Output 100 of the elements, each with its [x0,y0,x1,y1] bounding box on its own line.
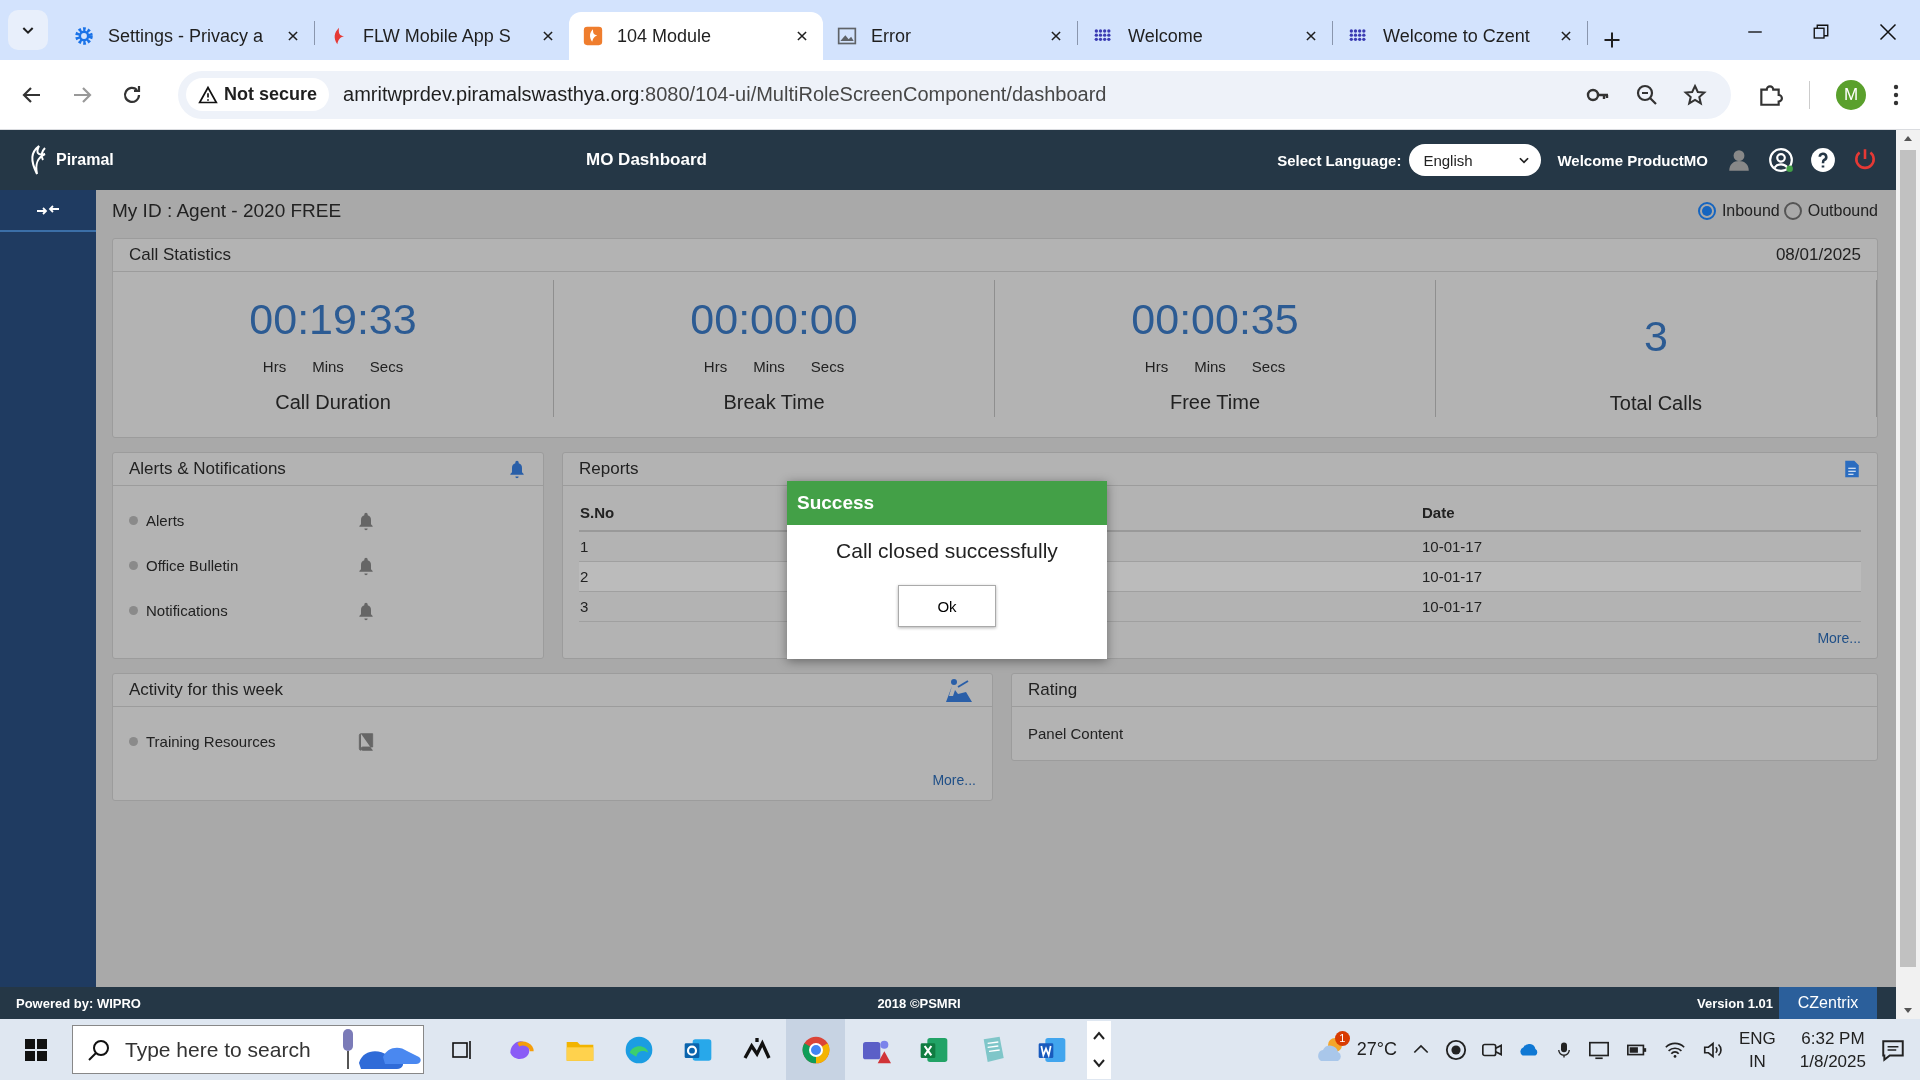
temperature-text[interactable]: 27°C [1356,1039,1397,1060]
panel-title: Call Statistics [129,245,232,265]
page-title: MO Dashboard [586,150,708,170]
more-link[interactable]: More... [932,772,976,788]
language-label: Select Language: [1277,151,1402,169]
agent-icon[interactable] [1726,147,1752,173]
weather-badge: 1 [1334,1030,1350,1046]
unit-label: Hrs [1144,358,1169,375]
unit-label: Mins [753,358,785,375]
unit-label: Secs [1251,358,1286,375]
restore-icon[interactable] [1812,23,1830,41]
unit-label: Mins [1194,358,1226,375]
close-icon[interactable] [795,29,809,43]
stats-date: 08/01/2025 [1775,245,1861,265]
bell-icon [507,459,527,479]
help-icon[interactable] [1810,147,1836,173]
windows-logo-icon[interactable] [24,1037,48,1062]
browser-tab[interactable]: Welcome [1078,12,1332,60]
stat-label: Total Calls [1609,392,1703,415]
bell-icon [356,510,376,531]
chevron-down-icon[interactable] [1092,1059,1106,1069]
scroll-up-icon[interactable] [1903,134,1913,142]
timer-value: 00:00:35 [1131,293,1299,345]
stat-label: Call Duration [275,391,391,414]
stat-label: Free Time [1170,391,1260,414]
taskbar-search-field[interactable]: Type here to search [72,1025,424,1074]
document-icon[interactable] [1843,459,1861,479]
bullet-icon [129,737,138,746]
close-icon[interactable] [1304,29,1318,43]
brand-name: Piramal [56,151,114,169]
scroll-down-icon[interactable] [1903,1007,1913,1015]
more-link[interactable]: More... [1817,630,1861,646]
browser-tab[interactable]: Error [823,12,1077,60]
bullet-icon [129,606,138,615]
new-tab-icon[interactable] [1602,30,1622,50]
unit-label: Secs [369,358,404,375]
dialog-message: Call closed successfully [835,538,1059,564]
bell-icon [356,555,376,576]
more-menu-icon[interactable] [1892,82,1900,107]
browser-tab[interactable]: FLW Mobile App S [315,12,569,60]
browser-tab[interactable]: 104 Module [569,12,823,60]
language-select[interactable]: English [1409,144,1542,176]
close-icon[interactable] [286,29,300,43]
timer-value: 00:19:33 [249,293,417,345]
account-icon[interactable] [1768,147,1794,173]
agent-id: My ID : Agent - 2020 FREE [112,200,343,222]
bullet-icon [129,561,138,570]
chevron-up-icon[interactable] [1092,1030,1106,1040]
scrollbar-thumb[interactable] [1900,150,1916,967]
gear-icon [74,26,94,46]
direction-radio[interactable]: Inbound [1697,202,1780,220]
column-header: Date [1421,494,1861,531]
bullet-icon [129,516,138,525]
dialog-title: Success [797,492,875,514]
total-calls-value: 3 [1644,310,1668,362]
close-icon[interactable] [1049,29,1063,43]
powered-by-text: Powered by: WIPRO [16,995,141,1011]
activity-item[interactable]: Training Resources [146,733,356,750]
panel-title: Alerts & Notifications [129,459,286,479]
zoom-out-icon[interactable] [1635,82,1659,107]
unit-label: Mins [312,358,344,375]
table-cell: 10-01-17 [1421,531,1861,562]
table-cell: 10-01-17 [1421,561,1861,592]
table-cell: 10-01-17 [1421,591,1861,622]
close-icon[interactable] [541,29,555,43]
close-icon[interactable] [1878,22,1898,42]
unit-label: Hrs [262,358,287,375]
alert-item[interactable]: Notifications [146,602,356,619]
clock[interactable]: 6:32 PM 1/8/2025 [1799,1026,1866,1073]
bell-icon [356,600,376,621]
panel-title: Rating [1028,680,1078,700]
alert-item[interactable]: Alerts [146,512,356,529]
welcome-text: Welcome ProductMO [1557,151,1708,169]
alert-item[interactable]: Office Bulletin [146,557,356,574]
radio-circle[interactable] [1783,202,1802,220]
input-language[interactable]: ENG IN [1738,1026,1776,1073]
vendor-badge: CZentrix [1779,987,1877,1019]
timer-value: 00:00:00 [690,293,858,345]
version-text: Version 1.01 [1697,995,1773,1011]
security-indicator[interactable]: Not secure [186,78,330,111]
record-icon[interactable] [1444,1038,1467,1061]
ok-button[interactable]: Ok [898,585,996,627]
book-icon [356,731,376,752]
browser-tab[interactable]: Welcome to Czent [1333,12,1587,60]
warning-icon [198,84,218,105]
unit-label: Secs [810,358,845,375]
stat-label: Break Time [723,391,825,414]
copyright-text: 2018 ©PSMRI [876,995,962,1011]
radio-circle[interactable] [1697,202,1716,220]
url-field[interactable]: amritwprdev.piramalswasthya.org:8080/104-ui/MultiRoleScreenComponent/dashboard [343,83,1571,106]
panel-title: Reports [579,459,639,479]
star-icon[interactable] [1683,82,1707,107]
browser-tab[interactable]: Settings - Privacy a [60,12,314,60]
direction-radio[interactable]: Outbound [1783,202,1878,220]
search-icon [87,1037,111,1062]
image-icon [837,26,857,46]
panel-title: Activity for this week [129,680,283,700]
panel-content: Panel Content [1027,724,1125,744]
unit-label: Hrs [703,358,728,375]
close-icon[interactable] [1559,29,1573,43]
